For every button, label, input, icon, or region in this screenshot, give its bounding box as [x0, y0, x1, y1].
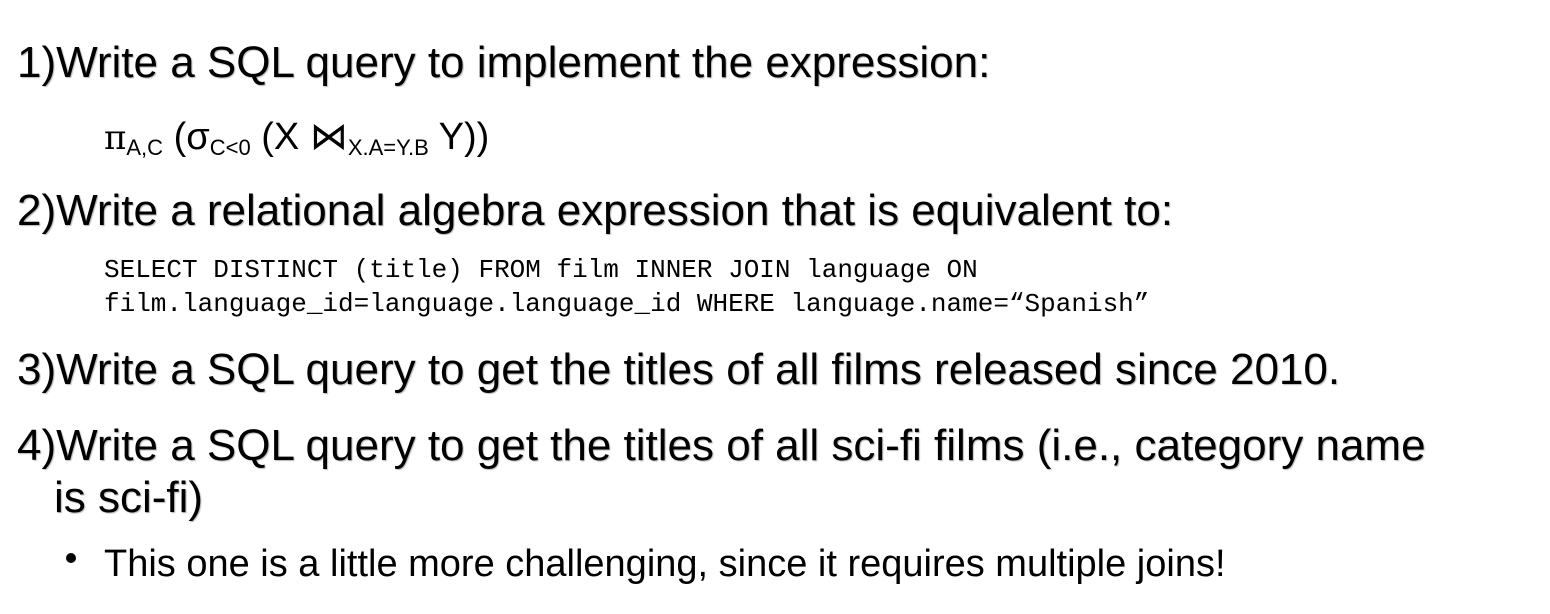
- bullet-note: This one is a little more challenging, s…: [104, 543, 1226, 585]
- sql-code-line-1: SELECT DISTINCT (title) FROM film INNER …: [104, 255, 978, 285]
- sql-code-line-2: film.language_id=language.language_id WH…: [104, 289, 1150, 319]
- join-subscript: X.A=Y.B: [347, 135, 429, 160]
- question-number: 1): [17, 38, 57, 87]
- question-number: 3): [17, 345, 57, 394]
- projection-subscript: A,C: [126, 135, 164, 160]
- projection-symbol: π: [104, 118, 127, 158]
- selection-symbol: σ: [186, 116, 210, 158]
- question-text: Write a SQL query to implement the expre…: [56, 38, 991, 87]
- question-text: Write a SQL query to get the titles of a…: [56, 421, 1426, 470]
- question-number: 2): [17, 186, 57, 235]
- question-number: 4): [17, 421, 57, 470]
- question-2: 2)Write a relational algebra expression …: [17, 185, 1173, 237]
- question-3: 3)Write a SQL query to get the titles of…: [17, 344, 1340, 396]
- bullet-icon: [66, 553, 76, 563]
- question-text: Write a relational algebra expression th…: [56, 186, 1174, 235]
- question-1: 1)Write a SQL query to implement the exp…: [17, 37, 990, 89]
- relational-algebra-expression: πA,C (σC<0 (X ⋈X.A=Y.B Y)): [104, 112, 489, 173]
- join-symbol: ⋈: [309, 116, 348, 158]
- selection-subscript: C<0: [209, 135, 251, 160]
- question-4: 4)Write a SQL query to get the titles of…: [17, 420, 1426, 472]
- operand-x: (X: [250, 116, 310, 158]
- paren-open: (: [163, 116, 187, 158]
- operand-y: Y)): [428, 116, 490, 158]
- question-text: Write a SQL query to get the titles of a…: [56, 345, 1341, 394]
- question-4-continuation: is sci-fi): [54, 473, 204, 522]
